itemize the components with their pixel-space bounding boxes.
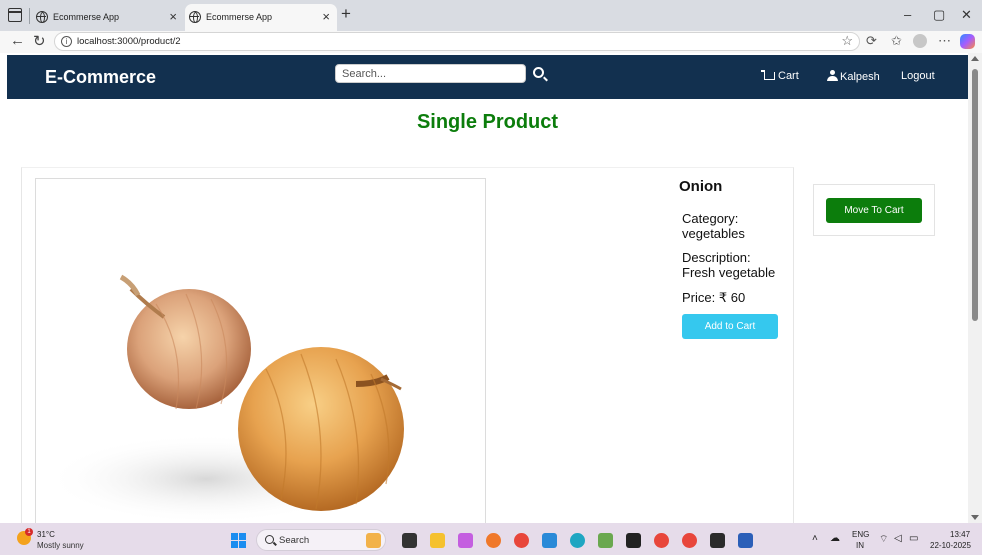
globe-icon [189,11,201,24]
clock-date[interactable]: 22-10-2025 [930,541,971,550]
word-icon[interactable] [738,533,753,548]
clock-time[interactable]: 13:47 [950,530,970,539]
weather-description[interactable]: Mostly sunny [37,541,84,550]
language-code[interactable]: ENG [852,530,869,539]
wifi-icon[interactable]: ⌔ [879,533,888,546]
browser-window: Ecommerse App × Ecommerse App × + – ▢ ✕ … [0,0,982,555]
edge-icon[interactable] [570,533,585,548]
photos-icon[interactable] [598,533,613,548]
postman-icon[interactable] [486,533,501,548]
taskbar-search-label: Search [279,535,310,546]
chrome-profile-2-icon[interactable] [682,533,697,548]
favorites-icon[interactable]: ✩ [891,33,902,49]
minimize-button[interactable]: – [904,7,911,22]
nav-cart-link[interactable]: Cart [761,70,799,82]
move-to-cart-button[interactable]: Move To Cart [826,198,922,223]
description-label: Description: [682,250,751,265]
close-window-button[interactable]: ✕ [961,7,972,23]
task-view-icon[interactable] [402,533,417,548]
favorite-star-icon[interactable]: ☆ [841,33,853,49]
search-icon[interactable] [533,67,544,78]
cart-icon [761,70,775,80]
copilot-app-icon[interactable] [458,533,473,548]
nav-cart-label: Cart [778,70,799,82]
more-menu-icon[interactable]: ⋯ [938,33,951,49]
close-tab-icon[interactable]: × [322,9,330,24]
new-tab-button[interactable]: + [341,4,351,24]
product-description: Description: Fresh vegetable [682,250,775,280]
globe-icon [36,11,48,24]
tab-title: Ecommerse App [206,12,273,22]
file-explorer-icon[interactable] [430,533,445,548]
search-icon [265,535,274,544]
tab-ecommerse-1[interactable]: Ecommerse App × [32,4,184,31]
scroll-down-arrow-icon[interactable] [971,515,979,520]
product-name: Onion [679,178,723,195]
scroll-thumb[interactable] [972,69,978,321]
product-category: Category: vegetables [682,211,745,241]
refresh-icon[interactable]: ↻ [33,32,46,50]
category-label: Category: [682,211,739,226]
copilot-icon[interactable] [960,34,975,49]
chrome-icon[interactable] [514,533,529,548]
product-image [35,178,486,523]
widgets-app-icon[interactable] [366,533,381,548]
category-value: vegetables [682,226,745,241]
close-tab-icon[interactable]: × [169,9,177,24]
weather-badge: 1 [25,528,33,536]
site-navbar: E-Commerce Cart Kalpesh Logout [7,55,970,99]
site-info-icon[interactable]: i [61,36,72,47]
tray-chevron-icon[interactable]: ˄ [812,533,818,544]
battery-icon[interactable]: ▭ [909,533,918,544]
description-value: Fresh vegetable [682,265,776,280]
tab-title: Ecommerse App [53,12,120,22]
brand-logo[interactable]: E-Commerce [45,67,156,88]
product-price: Price: ₹ 60 [682,290,746,305]
onedrive-icon[interactable]: ☁ [830,533,840,544]
windows-start-icon[interactable] [231,533,246,548]
url-text: localhost:3000/product/2 [77,36,181,47]
search-input[interactable] [335,64,526,83]
chrome-profile-icon[interactable] [654,533,669,548]
terminal-icon[interactable] [710,533,725,548]
tab-ecommerse-2[interactable]: Ecommerse App × [185,4,337,31]
page-title: Single Product [416,111,559,133]
add-to-cart-button[interactable]: Add to Cart [682,314,778,339]
nav-user-link[interactable]: Kalpesh [827,70,880,83]
cart-action-box: Move To Cart [813,184,935,236]
nav-logout-link[interactable]: Logout [901,70,935,82]
vertical-scrollbar[interactable] [968,53,982,523]
address-bar-row: ← ↻ i localhost:3000/product/2 ☆ ⟳ ✩ ⋯ [0,31,982,53]
volume-icon[interactable]: ◁ [894,533,902,544]
tab-actions-icon[interactable] [8,8,22,22]
user-icon [827,70,838,81]
tab-strip: Ecommerse App × Ecommerse App × + – ▢ ✕ [0,0,982,31]
os-taskbar: 1 31°C Mostly sunny Search ˄ ☁ ENG IN ⌔ … [0,523,982,555]
maximize-button[interactable]: ▢ [933,7,945,23]
profile-avatar[interactable] [913,34,927,48]
page-viewport: E-Commerce Cart Kalpesh Logout Single Pr… [0,53,982,523]
extensions-icon[interactable]: ⟳ [866,33,877,49]
back-arrow-icon[interactable]: ← [10,32,25,49]
scroll-up-arrow-icon[interactable] [971,56,979,61]
temperature[interactable]: 31°C [37,530,55,539]
region-code[interactable]: IN [856,541,864,550]
intellij-icon[interactable] [626,533,641,548]
nav-user-label: Kalpesh [840,71,880,83]
address-bar[interactable]: i localhost:3000/product/2 ☆ [54,32,860,51]
tab-separator [29,8,30,24]
vscode-icon[interactable] [542,533,557,548]
